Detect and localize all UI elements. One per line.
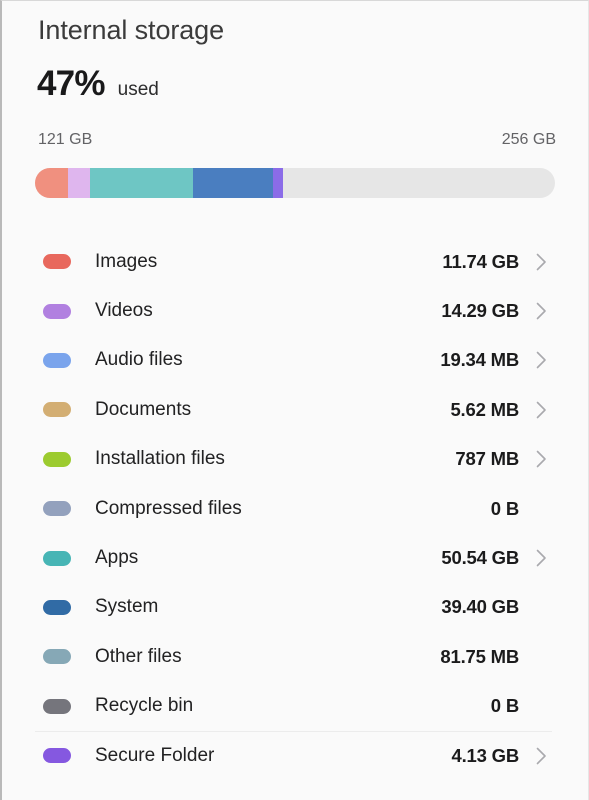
- category-label: System: [95, 596, 159, 618]
- bar-segment-system: [193, 168, 273, 198]
- chevron-right-icon[interactable]: [530, 745, 552, 767]
- list-item: Other files 81.75 MB: [2, 632, 588, 681]
- usage-percent: 47%: [37, 64, 105, 103]
- category-right-group: 50.54 GB: [441, 547, 552, 569]
- chevron-right-icon[interactable]: [530, 448, 552, 470]
- category-color-swatch-icon: [43, 451, 71, 467]
- category-size-value: 11.74 GB: [442, 250, 519, 272]
- category-right-group: 81.75 MB: [440, 646, 552, 668]
- list-item[interactable]: Videos 14.29 GB: [2, 286, 588, 335]
- category-color-swatch-icon: [43, 254, 71, 270]
- bar-segment-secure-folder: [273, 168, 283, 198]
- category-color-swatch-icon: [43, 649, 71, 665]
- category-size-value: 81.75 MB: [440, 645, 519, 667]
- capacity-total-label: 256 GB: [501, 131, 556, 148]
- list-item[interactable]: Installation files 787 MB: [2, 435, 588, 484]
- list-item[interactable]: Apps 50.54 GB: [2, 533, 588, 582]
- category-label: Recycle bin: [95, 695, 194, 717]
- chevron-right-icon[interactable]: [530, 349, 552, 371]
- category-label: Documents: [95, 398, 192, 420]
- category-label: Compressed files: [95, 497, 242, 519]
- list-item: System 39.40 GB: [2, 583, 588, 632]
- chevron-right-icon[interactable]: [530, 300, 552, 322]
- category-color-swatch-icon: [43, 303, 71, 319]
- category-label: Videos: [95, 300, 153, 322]
- category-right-group: 5.62 MB: [450, 399, 552, 421]
- category-size-value: 39.40 GB: [441, 596, 519, 618]
- category-color-swatch-icon: [43, 698, 71, 714]
- storage-category-list: Images 11.74 GB Videos 14.29 GB Audio files 1…: [2, 237, 588, 780]
- category-size-value: 0 B: [490, 695, 519, 717]
- category-color-swatch-icon: [43, 402, 71, 418]
- category-size-value: 787 MB: [455, 448, 519, 470]
- category-color-swatch-icon: [43, 599, 71, 615]
- category-label: Other files: [95, 645, 182, 667]
- list-item[interactable]: Secure Folder 4.13 GB: [2, 730, 588, 780]
- bar-segment-apps: [90, 168, 193, 198]
- usage-percent-label: used: [117, 79, 159, 100]
- list-item: Compressed files 0 B: [2, 484, 588, 533]
- category-color-swatch-icon: [43, 352, 71, 368]
- chevron-right-icon[interactable]: [530, 399, 552, 421]
- list-item[interactable]: Images 11.74 GB: [2, 237, 588, 286]
- list-item: Recycle bin 0 B: [2, 682, 588, 731]
- bar-segment-images: [35, 168, 68, 198]
- category-right-group: 4.13 GB: [452, 745, 553, 767]
- category-color-swatch-icon: [43, 501, 71, 517]
- internal-storage-screen: Internal storage 47% used 121 GB 256 GB …: [0, 0, 589, 800]
- category-size-value: 4.13 GB: [451, 744, 520, 766]
- category-size-value: 14.29 GB: [441, 300, 519, 322]
- category-right-group: 39.40 GB: [441, 596, 552, 618]
- category-label: Images: [95, 250, 158, 272]
- category-label: Audio files: [95, 349, 183, 371]
- category-right-group: 0 B: [491, 695, 552, 717]
- chevron-right-icon[interactable]: [530, 251, 552, 273]
- category-right-group: 19.34 MB: [440, 349, 552, 371]
- category-size-value: 0 B: [490, 497, 519, 519]
- category-size-value: 5.62 MB: [450, 398, 519, 420]
- bar-segment-videos: [68, 168, 90, 198]
- usage-summary: 47% used: [37, 66, 159, 101]
- category-right-group: 11.74 GB: [442, 251, 552, 273]
- storage-usage-bar: [35, 168, 555, 198]
- list-item[interactable]: Documents 5.62 MB: [2, 385, 588, 434]
- capacity-used-label: 121 GB: [38, 131, 93, 148]
- capacity-labels: 121 GB 256 GB: [38, 131, 556, 149]
- category-color-swatch-icon: [43, 550, 71, 566]
- category-label: Secure Folder: [95, 744, 215, 766]
- category-label: Installation files: [95, 448, 225, 470]
- category-size-value: 19.34 MB: [440, 349, 519, 371]
- category-right-group: 0 B: [491, 498, 552, 520]
- category-size-value: 50.54 GB: [441, 547, 519, 569]
- category-right-group: 14.29 GB: [441, 300, 552, 322]
- chevron-right-icon[interactable]: [530, 547, 552, 569]
- page-title: Internal storage: [38, 15, 225, 45]
- category-right-group: 787 MB: [455, 448, 552, 470]
- list-item[interactable]: Audio files 19.34 MB: [2, 336, 588, 385]
- category-color-swatch-icon: [43, 748, 71, 764]
- category-label: Apps: [95, 547, 139, 569]
